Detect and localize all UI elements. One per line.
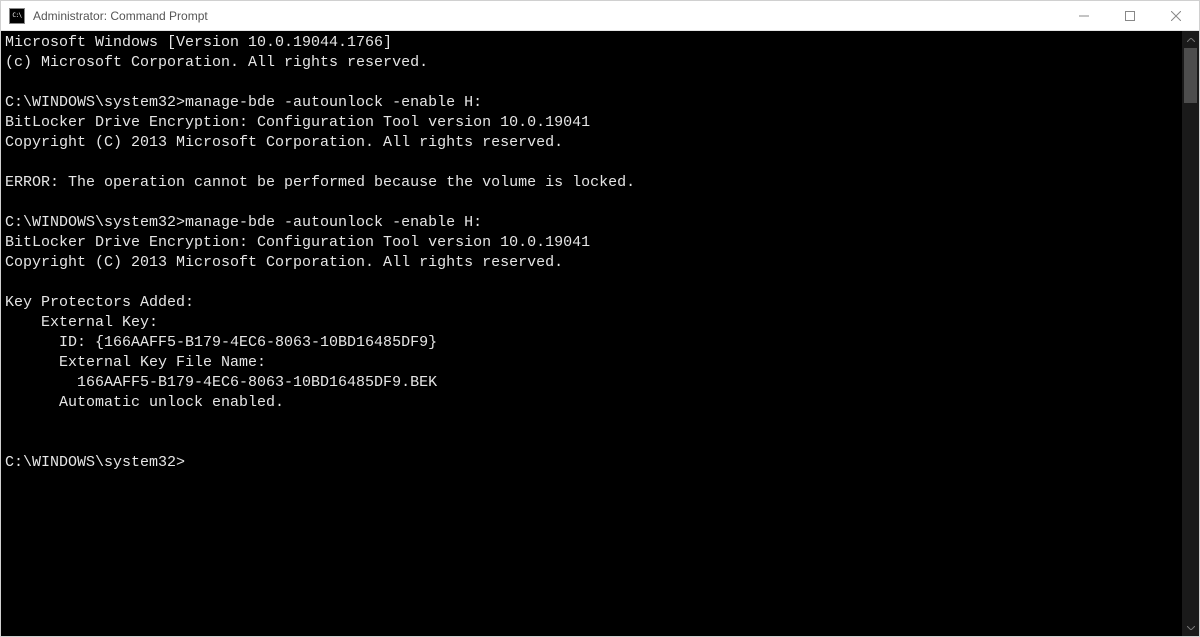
cmd-icon xyxy=(9,8,25,24)
client-area: Microsoft Windows [Version 10.0.19044.17… xyxy=(1,31,1199,636)
scroll-thumb[interactable] xyxy=(1184,48,1197,103)
maximize-button[interactable] xyxy=(1107,1,1153,30)
close-button[interactable] xyxy=(1153,1,1199,30)
terminal-output[interactable]: Microsoft Windows [Version 10.0.19044.17… xyxy=(1,31,1182,636)
chevron-down-icon xyxy=(1187,626,1195,630)
vertical-scrollbar[interactable] xyxy=(1182,31,1199,636)
scroll-up-button[interactable] xyxy=(1182,31,1199,48)
minimize-button[interactable] xyxy=(1061,1,1107,30)
minimize-icon xyxy=(1079,11,1089,21)
chevron-up-icon xyxy=(1187,38,1195,42)
app-window: Administrator: Command Prompt Microsoft … xyxy=(0,0,1200,637)
window-controls xyxy=(1061,1,1199,30)
close-icon xyxy=(1171,11,1181,21)
window-title: Administrator: Command Prompt xyxy=(31,9,1061,23)
maximize-icon xyxy=(1125,11,1135,21)
scroll-track[interactable] xyxy=(1182,48,1199,619)
titlebar[interactable]: Administrator: Command Prompt xyxy=(1,1,1199,31)
scroll-down-button[interactable] xyxy=(1182,619,1199,636)
